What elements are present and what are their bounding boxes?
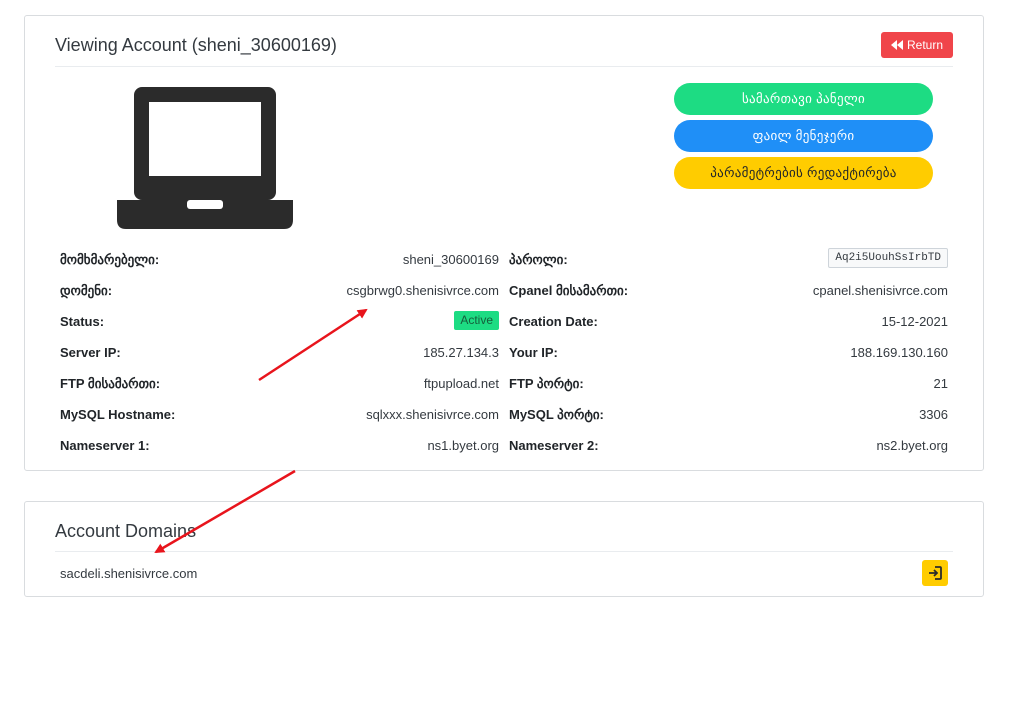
info-label: მომხმარებელი: xyxy=(60,252,160,267)
info-row-mysql-host: MySQL Hostname: sqlxxx.shenisivrce.com xyxy=(60,406,499,424)
account-card-header: Viewing Account (sheni_30600169) Return xyxy=(55,16,953,67)
info-label: MySQL პორტი: xyxy=(509,407,604,422)
info-row-domain: დომენი: csgbrwg0.shenisivrce.com xyxy=(60,282,499,300)
info-label: Cpanel მისამართი: xyxy=(509,283,629,298)
info-label: Your IP: xyxy=(509,345,558,360)
domains-card-header: Account Domains xyxy=(55,502,953,552)
info-value: ftpupload.net xyxy=(423,376,499,391)
info-label: MySQL Hostname: xyxy=(60,407,176,422)
info-value: 15-12-2021 xyxy=(881,314,949,329)
file-manager-button[interactable]: ფაილ მენეჯერი xyxy=(674,120,933,152)
password-value[interactable]: Aq2i5UouhSsIrbTD xyxy=(828,248,948,268)
info-value: sqlxxx.shenisivrce.com xyxy=(366,407,499,422)
info-value: csgbrwg0.shenisivrce.com xyxy=(346,283,499,298)
login-icon xyxy=(929,566,942,580)
info-row-mysql-port: MySQL პორტი: 3306 xyxy=(509,406,948,424)
info-value: sheni_30600169 xyxy=(402,252,499,267)
info-row-creation-date: Creation Date: 15-12-2021 xyxy=(509,313,948,331)
info-value: ns2.byet.org xyxy=(876,438,948,453)
info-row-password: პაროლი: Aq2i5UouhSsIrbTD xyxy=(509,248,948,269)
info-label: პაროლი: xyxy=(509,252,568,267)
info-value: 3306 xyxy=(919,407,948,422)
info-row-nameserver-2: Nameserver 2: ns2.byet.org xyxy=(509,437,948,455)
info-row-status: Status: Active xyxy=(60,311,499,331)
info-label: Creation Date: xyxy=(509,314,598,329)
info-label: Server IP: xyxy=(60,345,121,360)
laptop-icon xyxy=(117,87,293,229)
info-label: Nameserver 1: xyxy=(60,438,150,453)
info-row-your-ip: Your IP: 188.169.130.160 xyxy=(509,344,948,362)
info-row-ftp-port: FTP პორტი: 21 xyxy=(509,375,948,393)
info-value: ns1.byet.org xyxy=(427,438,499,453)
info-row-server-ip: Server IP: 185.27.134.3 xyxy=(60,344,499,362)
control-panel-button[interactable]: სამართავი პანელი xyxy=(674,83,933,115)
info-value: 21 xyxy=(933,376,948,391)
edit-settings-button[interactable]: პარამეტრების რედაქტირება xyxy=(674,157,933,189)
info-row-username: მომხმარებელი: sheni_30600169 xyxy=(60,251,499,269)
info-value: 185.27.134.3 xyxy=(423,345,499,360)
domains-card: Account Domains sacdeli.shenisivrce.com xyxy=(24,501,984,597)
info-label: FTP მისამართი: xyxy=(60,376,161,391)
info-label: დომენი: xyxy=(60,283,113,298)
return-label: Return xyxy=(906,38,944,52)
info-label: FTP პორტი: xyxy=(509,376,584,391)
info-value: 188.169.130.160 xyxy=(850,345,948,360)
info-value: cpanel.shenisivrce.com xyxy=(812,283,948,298)
domain-login-button[interactable] xyxy=(922,560,948,586)
domain-item: sacdeli.shenisivrce.com xyxy=(60,566,198,581)
page-title: Viewing Account (sheni_30600169) xyxy=(55,35,337,55)
account-card: Viewing Account (sheni_30600169) Return … xyxy=(24,15,984,471)
info-row-cpanel-host: Cpanel მისამართი: cpanel.shenisivrce.com xyxy=(509,282,948,300)
info-label: Nameserver 2: xyxy=(509,438,599,453)
status-badge: Active xyxy=(454,311,499,330)
rewind-icon xyxy=(890,40,903,50)
return-button[interactable]: Return xyxy=(881,32,953,58)
info-row-nameserver-1: Nameserver 1: ns1.byet.org xyxy=(60,437,499,455)
info-row-ftp-host: FTP მისამართი: ftpupload.net xyxy=(60,375,499,393)
domains-title: Account Domains xyxy=(55,521,197,541)
info-label: Status: xyxy=(60,314,105,329)
